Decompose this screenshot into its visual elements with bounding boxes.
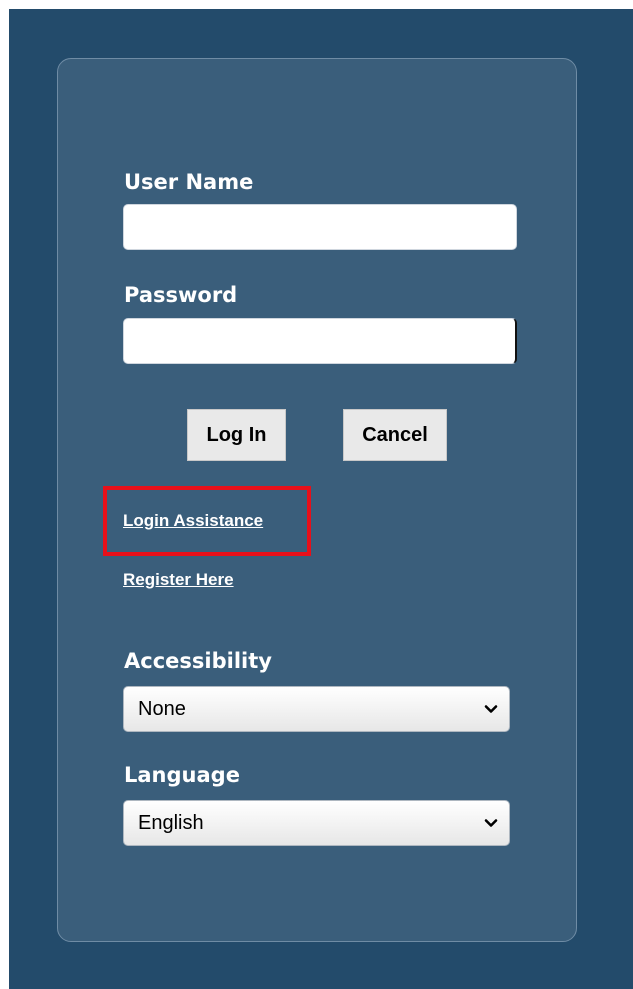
language-selected-value: English [138, 811, 204, 834]
register-link[interactable]: Register Here [123, 570, 234, 590]
login-assistance-link[interactable]: Login Assistance [123, 511, 263, 531]
page-frame: User Name Password Log In Cancel Login A… [0, 0, 633, 989]
chevron-down-icon [484, 819, 498, 827]
cancel-button[interactable]: Cancel [343, 409, 447, 461]
accessibility-select[interactable]: None [123, 686, 510, 732]
accessibility-label: Accessibility [124, 649, 272, 673]
language-label: Language [124, 763, 240, 787]
language-select[interactable]: English [123, 800, 510, 846]
accessibility-selected-value: None [138, 697, 186, 720]
username-label: User Name [124, 170, 254, 194]
password-input[interactable] [123, 318, 517, 364]
login-button[interactable]: Log In [187, 409, 286, 461]
chevron-down-icon [484, 705, 498, 713]
password-label: Password [124, 283, 238, 307]
username-input[interactable] [123, 204, 517, 250]
